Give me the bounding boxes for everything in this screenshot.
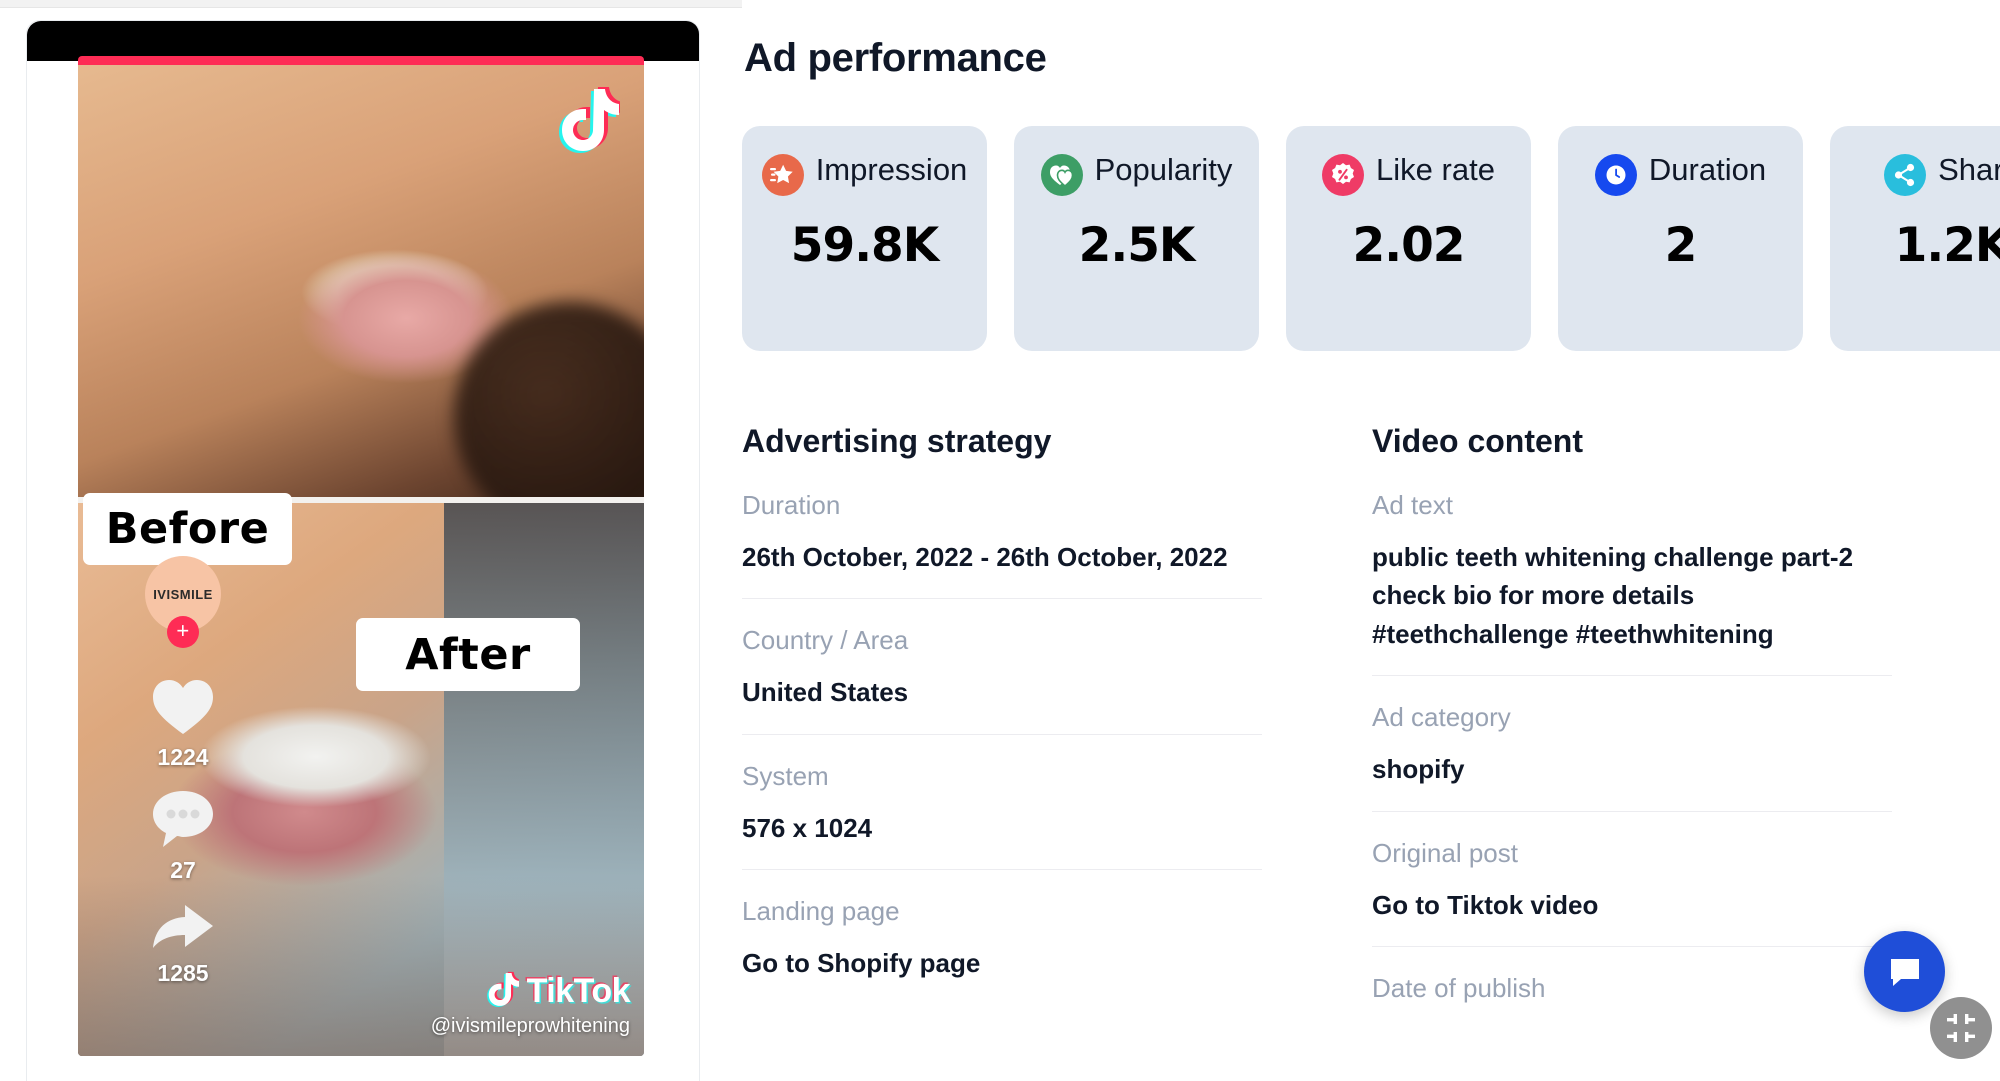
stat-value: 2.5K — [1078, 218, 1196, 273]
stat-value: 59.8K — [790, 218, 939, 273]
page-title: Ad performance — [744, 36, 1047, 80]
comment-icon — [153, 791, 213, 847]
section-title: Advertising strategy — [742, 423, 1052, 459]
tiktok-video-player[interactable]: Before After IVISMILE + 1224 27 1285 Tik… — [78, 56, 644, 1056]
stat-label: Share — [1938, 152, 2000, 187]
stats-row: Impression 59.8K Popularity 2.5K Like ra… — [742, 126, 2000, 351]
after-label: After — [356, 618, 580, 691]
field-duration: Duration 26th October, 2022 - 26th Octob… — [742, 490, 1262, 598]
field-value: public teeth whitening challenge part-2 … — [1372, 542, 1854, 649]
original-post-link[interactable]: Go to Tiktok video — [1372, 886, 1892, 924]
ad-performance-panel: Ad performance Impression 59.8K Populari… — [742, 0, 2000, 1081]
comment-action[interactable]: 27 — [151, 789, 215, 884]
stat-card-share: Share 1.2K — [1830, 126, 2000, 351]
video-content-column: Video content Ad text public teeth white… — [1372, 423, 1892, 1043]
stat-label: Like rate — [1376, 152, 1495, 187]
like-action[interactable]: 1224 — [151, 678, 215, 771]
video-progress-bar[interactable] — [78, 56, 644, 65]
field-label: Ad text — [1372, 490, 1453, 520]
stat-label: Impression — [815, 152, 968, 187]
stat-value: 2 — [1664, 218, 1698, 273]
duration-icon — [1594, 154, 1637, 196]
share-arrow-icon — [153, 905, 213, 948]
chat-icon — [1890, 958, 1919, 986]
detail-columns: Advertising strategy Duration 26th Octob… — [742, 423, 2000, 1043]
field-date-of-publish: Date of publish — [1372, 946, 1892, 1043]
collapse-fab-button[interactable] — [1930, 997, 1992, 1059]
tiktok-watermark: TikTok @ivismileprowhitening — [430, 971, 631, 1038]
collapse-icon — [1947, 1014, 1975, 1042]
ad-performance-page: Before After IVISMILE + 1224 27 1285 Tik… — [0, 0, 2000, 1081]
field-label: Date of publish — [1372, 973, 1546, 1004]
stat-card-impression: Impression 59.8K — [742, 126, 987, 351]
field-label: Duration — [742, 490, 841, 520]
tiktok-action-rail: IVISMILE + 1224 27 1285 — [133, 556, 233, 987]
section-title: Video content — [1372, 423, 1583, 459]
field-label: Ad category — [1372, 702, 1511, 733]
stat-card-duration: Duration 2 — [1558, 126, 1803, 351]
stat-value: 2.02 — [1352, 218, 1466, 273]
field-label: Original post — [1372, 837, 1518, 868]
field-original-post: Original post Go to Tiktok video — [1372, 810, 1892, 946]
stat-label: Popularity — [1094, 152, 1233, 187]
field-landing-page: Landing page Go to Shopify page — [742, 869, 1262, 1004]
stat-value: 1.2K — [1894, 218, 2000, 273]
watermark-handle: @ivismileprowhitening — [430, 1015, 630, 1037]
popularity-icon — [1040, 154, 1083, 196]
field-label: System — [742, 760, 829, 791]
field-system: System 576 x 1024 — [742, 733, 1262, 869]
comment-count: 27 — [170, 857, 196, 883]
field-ad-category: Ad category shopify — [1372, 675, 1892, 810]
video-card-topbar — [27, 21, 699, 61]
field-label: Country / Area — [742, 625, 909, 656]
before-label: Before — [83, 493, 292, 565]
field-value: 26th October, 2022 - 26th October, 2022 — [742, 542, 1228, 572]
landing-page-link[interactable]: Go to Shopify page — [742, 944, 1262, 982]
field-value: United States — [742, 677, 909, 708]
field-value: shopify — [1372, 754, 1465, 785]
advertising-strategy-column: Advertising strategy Duration 26th Octob… — [742, 423, 1262, 1043]
stat-card-popularity: Popularity 2.5K — [1014, 126, 1259, 351]
tiktok-logo-icon — [559, 87, 620, 153]
field-label: Landing page — [742, 896, 900, 927]
field-country-area: Country / Area United States — [742, 598, 1262, 733]
impression-icon — [761, 154, 804, 196]
share-action[interactable]: 1285 — [151, 902, 215, 987]
stat-card-like-rate: Like rate 2.02 — [1286, 126, 1531, 351]
share-icon — [1884, 154, 1927, 196]
field-ad-text: Ad text public teeth whitening challenge… — [1372, 490, 1892, 675]
avatar-label: IVISMILE — [153, 586, 213, 602]
field-value: 576 x 1024 — [742, 812, 873, 843]
like-rate-icon — [1322, 154, 1365, 196]
watermark-brand: TikTok — [526, 971, 631, 1010]
tiktok-note-icon — [486, 971, 519, 1007]
avatar[interactable]: IVISMILE + — [145, 556, 221, 648]
share-count: 1285 — [157, 960, 209, 986]
follow-button[interactable]: + — [167, 616, 199, 648]
heart-icon — [153, 680, 213, 734]
video-preview-card: Before After IVISMILE + 1224 27 1285 Tik… — [26, 20, 700, 1081]
like-count: 1224 — [157, 744, 209, 770]
chat-fab-button[interactable] — [1864, 931, 1945, 1012]
stat-label: Duration — [1648, 152, 1767, 187]
